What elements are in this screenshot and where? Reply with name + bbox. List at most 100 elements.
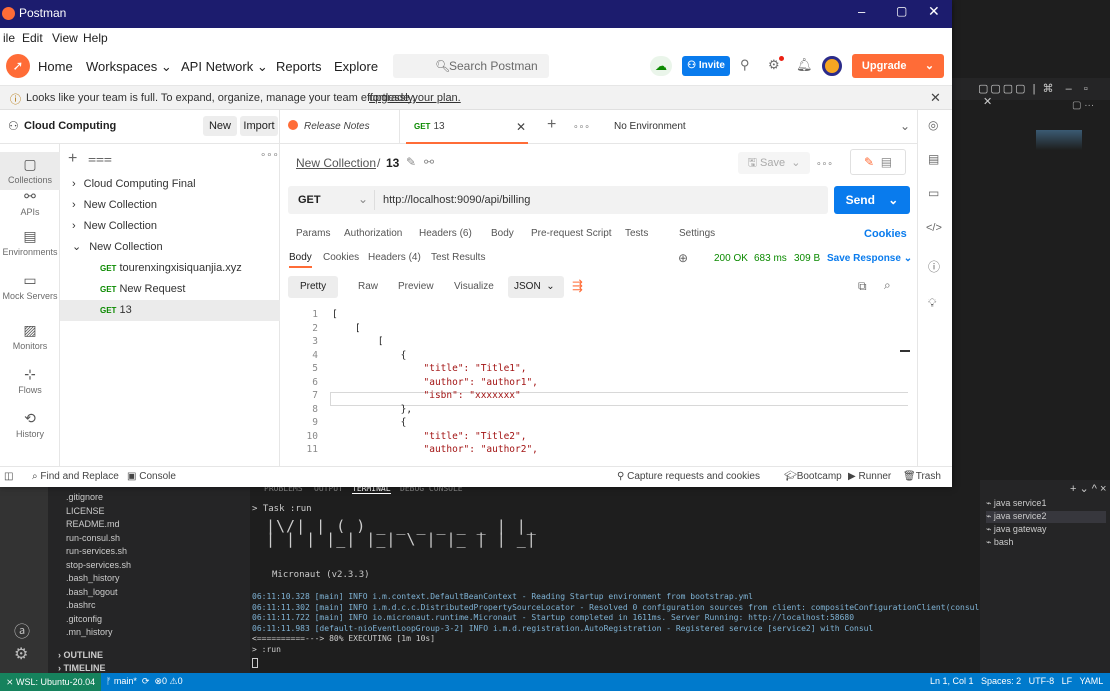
outline-section[interactable]: › OUTLINE — [58, 650, 103, 660]
code-snippet-icon[interactable]: </> — [926, 222, 942, 234]
response-tab-cookies[interactable]: Cookies — [323, 252, 359, 263]
response-time[interactable]: 683 ms — [754, 253, 787, 264]
close-button[interactable]: ✕ — [928, 3, 940, 20]
documentation-icon[interactable]: ▤ — [928, 152, 939, 166]
terminal-cursor[interactable] — [252, 658, 258, 668]
api-network-menu[interactable]: API Network ⌄ — [181, 59, 268, 75]
account-icon[interactable]: ⓐ — [14, 618, 34, 641]
satellite-icon[interactable]: ⚲ — [740, 57, 750, 73]
request-tab-params[interactable]: Params — [296, 228, 330, 239]
request-tab-tests[interactable]: Tests — [625, 228, 648, 239]
explorer-file[interactable]: .bashrc — [66, 600, 96, 610]
home-link[interactable]: Home — [38, 59, 73, 74]
environment-chevron-icon[interactable]: ⌄ — [900, 119, 910, 133]
capture-button[interactable]: ⚲ Capture requests and cookies — [617, 471, 760, 482]
response-size[interactable]: 309 B — [794, 253, 820, 264]
scrollbar-marker[interactable] — [900, 350, 910, 352]
menu-help[interactable]: Help — [83, 31, 108, 45]
sync-status-icon[interactable]: ☁ — [650, 56, 672, 76]
save-response-button[interactable]: Save Response ⌄ — [827, 253, 912, 264]
terminal-instance[interactable]: ⌁ bash — [986, 537, 1106, 549]
explorer-file[interactable]: README.md — [66, 519, 120, 529]
response-status[interactable]: 200 OK — [714, 253, 748, 264]
banner-close-icon[interactable]: ✕ — [930, 90, 941, 106]
trash-button[interactable]: 🗑︎Trash — [903, 471, 941, 482]
explorer-file[interactable]: run-services.sh — [66, 546, 127, 556]
settings-icon[interactable]: ⚙ — [768, 57, 780, 73]
collection-new-2[interactable]: › New Collection — [60, 216, 280, 237]
collection-new-1[interactable]: › New Collection — [60, 195, 280, 216]
request-new-request[interactable]: GET New Request — [60, 279, 280, 300]
search-box[interactable]: 🔍︎ Search Postman — [393, 54, 549, 78]
runner-button[interactable]: ▶ Runner — [848, 471, 891, 482]
workspaces-menu[interactable]: Workspaces ⌄ — [86, 59, 172, 75]
editor-more-icon[interactable]: ▢ ··· — [1072, 100, 1102, 114]
explorer-file[interactable]: run-consul.sh — [66, 533, 120, 543]
method-chevron-icon[interactable]: ⌄ — [358, 192, 368, 206]
settings-gear-icon[interactable]: ⚙ — [14, 644, 34, 664]
format-select[interactable]: JSON ⌄ — [508, 276, 564, 298]
explore-link[interactable]: Explore — [334, 59, 378, 74]
explorer-file[interactable]: .bash_logout — [66, 587, 118, 597]
import-button[interactable]: Import — [240, 116, 278, 136]
response-tab-test-results[interactable]: Test Results — [431, 252, 485, 263]
indentation[interactable]: Spaces: 2 — [981, 676, 1021, 686]
cursor-position[interactable]: Ln 1, Col 1 — [930, 676, 974, 686]
comments-icon[interactable]: ▭ — [928, 186, 939, 200]
terminal-instance[interactable]: ⌁ java service1 — [986, 498, 1106, 510]
request-tab-authorization[interactable]: Authorization — [344, 228, 402, 239]
sidebar-item-apis[interactable]: ⚯ APIs — [0, 188, 60, 217]
send-button[interactable]: Send ⌄ — [834, 186, 910, 214]
view-tab-raw[interactable]: Raw — [346, 276, 390, 298]
terminal-instance[interactable]: ⌁ java service2 — [986, 511, 1106, 523]
postman-home-logo-icon[interactable]: ➚ — [6, 54, 30, 78]
explorer-file[interactable]: LICENSE — [66, 506, 105, 516]
tab-13[interactable]: GET 13 ✕ — [406, 110, 528, 144]
request-tab-body[interactable]: Body — [491, 228, 514, 239]
bootcamp-button[interactable]: 🎓︎Bootcamp — [784, 471, 842, 482]
encoding[interactable]: UTF-8 — [1029, 676, 1055, 686]
url-input[interactable]: http://localhost:9090/api/billing — [383, 194, 530, 206]
view-tab-pretty[interactable]: Pretty — [288, 276, 339, 298]
request-tourenxing[interactable]: GET tourenxingxisiquanjia.xyz — [60, 258, 280, 279]
sidebar-item-collections[interactable]: ▢ Collections — [0, 152, 60, 190]
cookies-link[interactable]: Cookies — [864, 228, 907, 240]
explorer-file[interactable]: stop-services.sh — [66, 560, 131, 570]
find-replace-button[interactable]: ⌕ Find and Replace — [32, 471, 119, 482]
upgrade-plan-link[interactable]: upgrade your plan. — [369, 92, 461, 104]
remote-indicator[interactable]: ⨯ WSL: Ubuntu-20.04 — [0, 673, 102, 691]
upgrade-button[interactable]: Upgrade ⌄ — [852, 54, 944, 78]
menu-file[interactable]: ile — [3, 31, 15, 45]
environment-selector[interactable]: No Environment — [614, 121, 686, 132]
request-tab-settings[interactable]: Settings — [679, 228, 715, 239]
tab-close-icon[interactable]: ✕ — [516, 110, 526, 144]
request-name[interactable]: 13 — [386, 156, 399, 170]
tab-overflow-icon[interactable]: ∘∘∘ — [573, 121, 590, 132]
add-collection-icon[interactable]: + — [68, 150, 77, 168]
language-mode[interactable]: YAML — [1079, 676, 1103, 686]
method-select[interactable]: GET — [298, 194, 321, 206]
timeline-section[interactable]: › TIMELINE — [58, 663, 106, 673]
more-options-icon[interactable]: ∘∘∘ — [260, 150, 279, 161]
request-tab-pre-request-script[interactable]: Pre-request Script — [531, 228, 612, 239]
eol[interactable]: LF — [1062, 676, 1073, 686]
save-button[interactable]: 🖫 Save ⌄ — [738, 152, 810, 174]
edit-name-icon[interactable]: ✎ — [406, 155, 416, 169]
explorer-file[interactable]: .mn_history — [66, 627, 113, 637]
edit-docs-toggle[interactable]: ✎ ▤ — [850, 149, 906, 175]
wrap-lines-icon[interactable]: ⇶ — [572, 278, 583, 294]
avatar[interactable] — [822, 56, 842, 76]
explorer-file[interactable]: .gitconfig — [66, 614, 102, 624]
sidebar-item-history[interactable]: ⟲ History — [0, 410, 60, 439]
response-tab-headers-4-[interactable]: Headers (4) — [368, 252, 421, 263]
sidebar-toggle-icon[interactable]: ◫ — [4, 471, 13, 482]
response-body[interactable]: 1[2 [3 [4 {5 "title": "Title1", 6 "author… — [288, 308, 908, 466]
lightbulb-icon[interactable]: 💡︎ — [928, 296, 936, 311]
breadcrumb-collection[interactable]: New Collection — [296, 156, 376, 170]
new-tab-icon[interactable]: + — [547, 116, 556, 134]
info-icon[interactable]: ⓘ — [928, 258, 940, 275]
new-button[interactable]: New — [203, 116, 237, 136]
menu-view[interactable]: View — [52, 31, 78, 45]
sidebar-item-mock-servers[interactable]: ▭ Mock Servers — [0, 272, 60, 301]
terminal-instance[interactable]: ⌁ java gateway — [986, 524, 1106, 536]
